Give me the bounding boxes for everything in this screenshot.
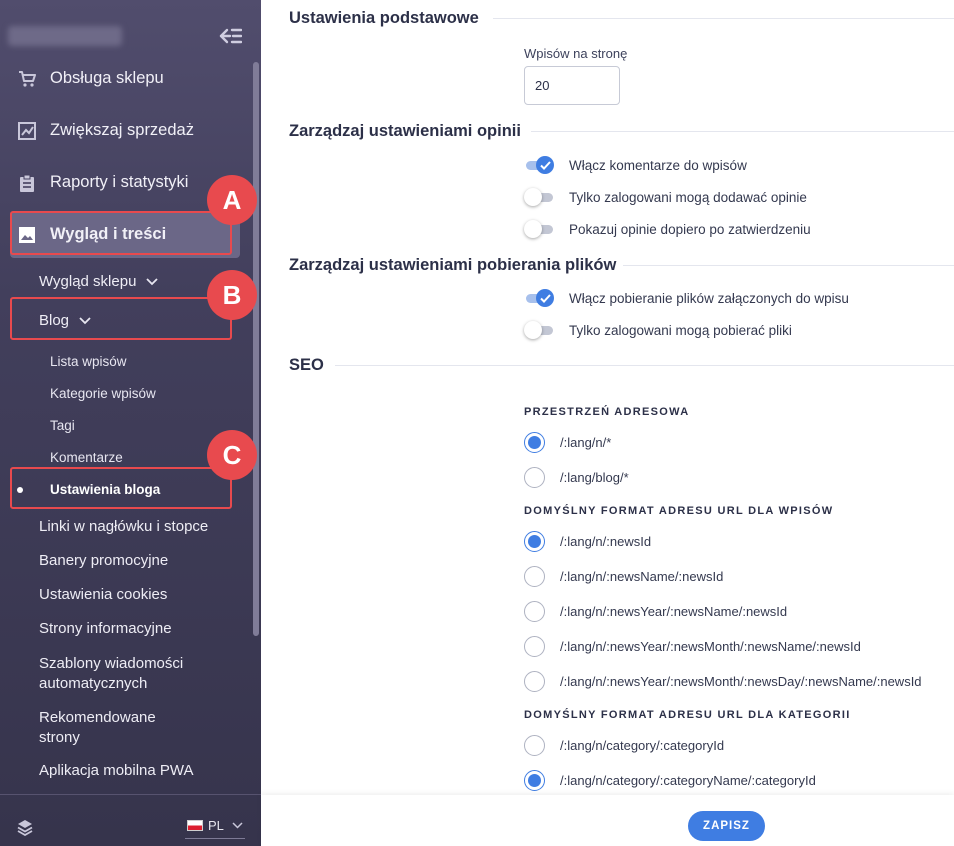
category-url-option-0[interactable]: /:lang/n/category/:categoryId [524,735,724,756]
section-divider [531,131,954,132]
language-selector[interactable]: PL [187,818,243,833]
sidebar-subitem-label: Wygląd sklepu [39,273,137,290]
annotation-marker-c: C [207,430,257,480]
sidebar-blog-lista-wpisow[interactable]: Lista wpisów [50,354,127,369]
namespace-option-1[interactable]: /:lang/blog/* [524,467,629,488]
sidebar-subitem-banery[interactable]: Banery promocyjne [39,552,168,569]
chart-icon [18,121,36,140]
downloads-toggle[interactable] [524,289,554,307]
section-title-seo: SEO [289,356,324,374]
language-underline [185,838,245,839]
radio-label: /:lang/n/category/:categoryName/:categor… [560,773,816,788]
radio-label: /:lang/n/:newsYear/:newsMonth/:newsName/… [560,639,861,654]
radio-label: /:lang/n/:newsYear/:newsName/:newsId [560,604,788,619]
sidebar-item-zwiekszaj-sprzedaz[interactable]: Zwiększaj sprzedaż [18,121,194,140]
toggle-row-logged-downloads[interactable]: Tylko zalogowani mogą pobierać pliki [524,321,792,339]
toggle-label: Tylko zalogowani mogą pobierać pliki [569,322,792,338]
annotation-box-c [10,467,232,509]
language-code: PL [208,818,224,833]
logged-opinions-toggle[interactable] [524,188,554,206]
radio-label: /:lang/n/* [560,435,612,450]
toggle-label: Włącz komentarze do wpisów [569,157,747,173]
post-url-option-4[interactable]: /:lang/n/:newsYear/:newsMonth/:newsDay/:… [524,671,922,692]
post-url-label: DOMYŚLNY FORMAT ADRESU URL DLA WPISÓW [524,505,834,517]
toggle-label: Tylko zalogowani mogą dodawać opinie [569,189,807,205]
radio-button[interactable] [524,671,545,692]
sidebar-scrollbar[interactable] [253,62,259,636]
layers-icon[interactable] [16,818,34,841]
store-logo [8,26,122,46]
sidebar-item-raporty[interactable]: Raporty i statystyki [18,173,188,192]
toggle-row-downloads[interactable]: Włącz pobieranie plików załączonych do w… [524,289,849,307]
radio-button[interactable] [524,566,545,587]
toggle-label: Pokazuj opinie dopiero po zatwierdzeniu [569,221,811,237]
namespace-option-0[interactable]: /:lang/n/* [524,432,611,453]
radio-button[interactable] [524,770,545,791]
approved-opinions-toggle[interactable] [524,220,554,238]
radio-button[interactable] [524,467,545,488]
annotation-marker-a: A [207,175,257,225]
sidebar-item-obsluga-sklepu[interactable]: Obsługa sklepu [18,69,164,88]
clipboard-icon [18,174,36,192]
sidebar-subitem-rekomendowane[interactable]: Rekomendowane strony [39,708,179,748]
chevron-down-icon [146,277,159,286]
radio-button[interactable] [524,636,545,657]
radio-button[interactable] [524,531,545,552]
sidebar-subitem-pwa[interactable]: Aplikacja mobilna PWA [39,762,194,779]
radio-button[interactable] [524,735,545,756]
annotation-box-a [10,211,232,255]
radio-label: /:lang/n/category/:categoryId [560,738,725,753]
logged-downloads-toggle[interactable] [524,321,554,339]
section-divider [493,18,954,19]
sidebar-subitem-linki[interactable]: Linki w nagłówku i stopce [39,518,208,535]
cart-icon [18,70,36,88]
section-title-downloads: Zarządzaj ustawieniami pobierania plików [289,256,617,274]
poland-flag-icon [187,820,203,831]
radio-button[interactable] [524,601,545,622]
radio-label: /:lang/n/:newsName/:newsId [560,569,724,584]
category-url-option-1[interactable]: /:lang/n/category/:categoryName/:categor… [524,770,816,791]
comments-toggle[interactable] [524,156,554,174]
sidebar-item-label: Obsługa sklepu [50,69,164,87]
sidebar-subitem-strony-informacyjne[interactable]: Strony informacyjne [39,620,172,637]
main-content: Ustawienia podstawowe Wpisów na stronę Z… [261,0,954,846]
sidebar-subitem-wyglad-sklepu[interactable]: Wygląd sklepu [39,273,159,290]
toggle-row-logged-opinions[interactable]: Tylko zalogowani mogą dodawać opinie [524,188,807,206]
posts-per-page-label: Wpisów na stronę [524,46,628,61]
sidebar-item-label: Raporty i statystyki [50,173,189,191]
sidebar-item-label: Zwiększaj sprzedaż [50,121,194,139]
toggle-label: Włącz pobieranie plików załączonych do w… [569,290,849,306]
section-title-basic: Ustawienia podstawowe [289,9,479,27]
post-url-option-1[interactable]: /:lang/n/:newsName/:newsId [524,566,723,587]
radio-label: /:lang/n/:newsId [560,534,652,549]
radio-button[interactable] [524,432,545,453]
post-url-option-0[interactable]: /:lang/n/:newsId [524,531,651,552]
section-title-opinions: Zarządzaj ustawieniami opinii [289,122,521,140]
annotation-box-b [10,297,232,340]
sidebar: Obsługa sklepu Zwiększaj sprzedaż Raport… [0,0,261,846]
annotation-marker-b: B [207,270,257,320]
chevron-down-icon [232,822,243,829]
collapse-sidebar-icon[interactable] [218,26,243,46]
section-divider [335,365,954,366]
namespace-label: PRZESTRZEŃ ADRESOWA [524,406,690,418]
post-url-option-2[interactable]: /:lang/n/:newsYear/:newsName/:newsId [524,601,787,622]
sidebar-subitem-cookies[interactable]: Ustawienia cookies [39,586,167,603]
sidebar-blog-komentarze[interactable]: Komentarze [50,450,123,465]
toggle-row-approved-opinions[interactable]: Pokazuj opinie dopiero po zatwierdzeniu [524,220,811,238]
toggle-row-comments[interactable]: Włącz komentarze do wpisów [524,156,747,174]
section-divider [623,265,954,266]
radio-label: /:lang/n/:newsYear/:newsMonth/:newsDay/:… [560,674,922,689]
save-footer [261,795,954,846]
category-url-label: DOMYŚLNY FORMAT ADRESU URL DLA KATEGORII [524,709,851,721]
sidebar-blog-kategorie-wpisow[interactable]: Kategorie wpisów [50,386,156,401]
save-button[interactable]: ZAPISZ [688,811,765,841]
radio-label: /:lang/blog/* [560,470,629,485]
sidebar-subitem-szablony[interactable]: Szablony wiadomości automatycznych [39,654,209,694]
sidebar-blog-tagi[interactable]: Tagi [50,418,75,433]
posts-per-page-input[interactable] [524,66,620,105]
post-url-option-3[interactable]: /:lang/n/:newsYear/:newsMonth/:newsName/… [524,636,861,657]
